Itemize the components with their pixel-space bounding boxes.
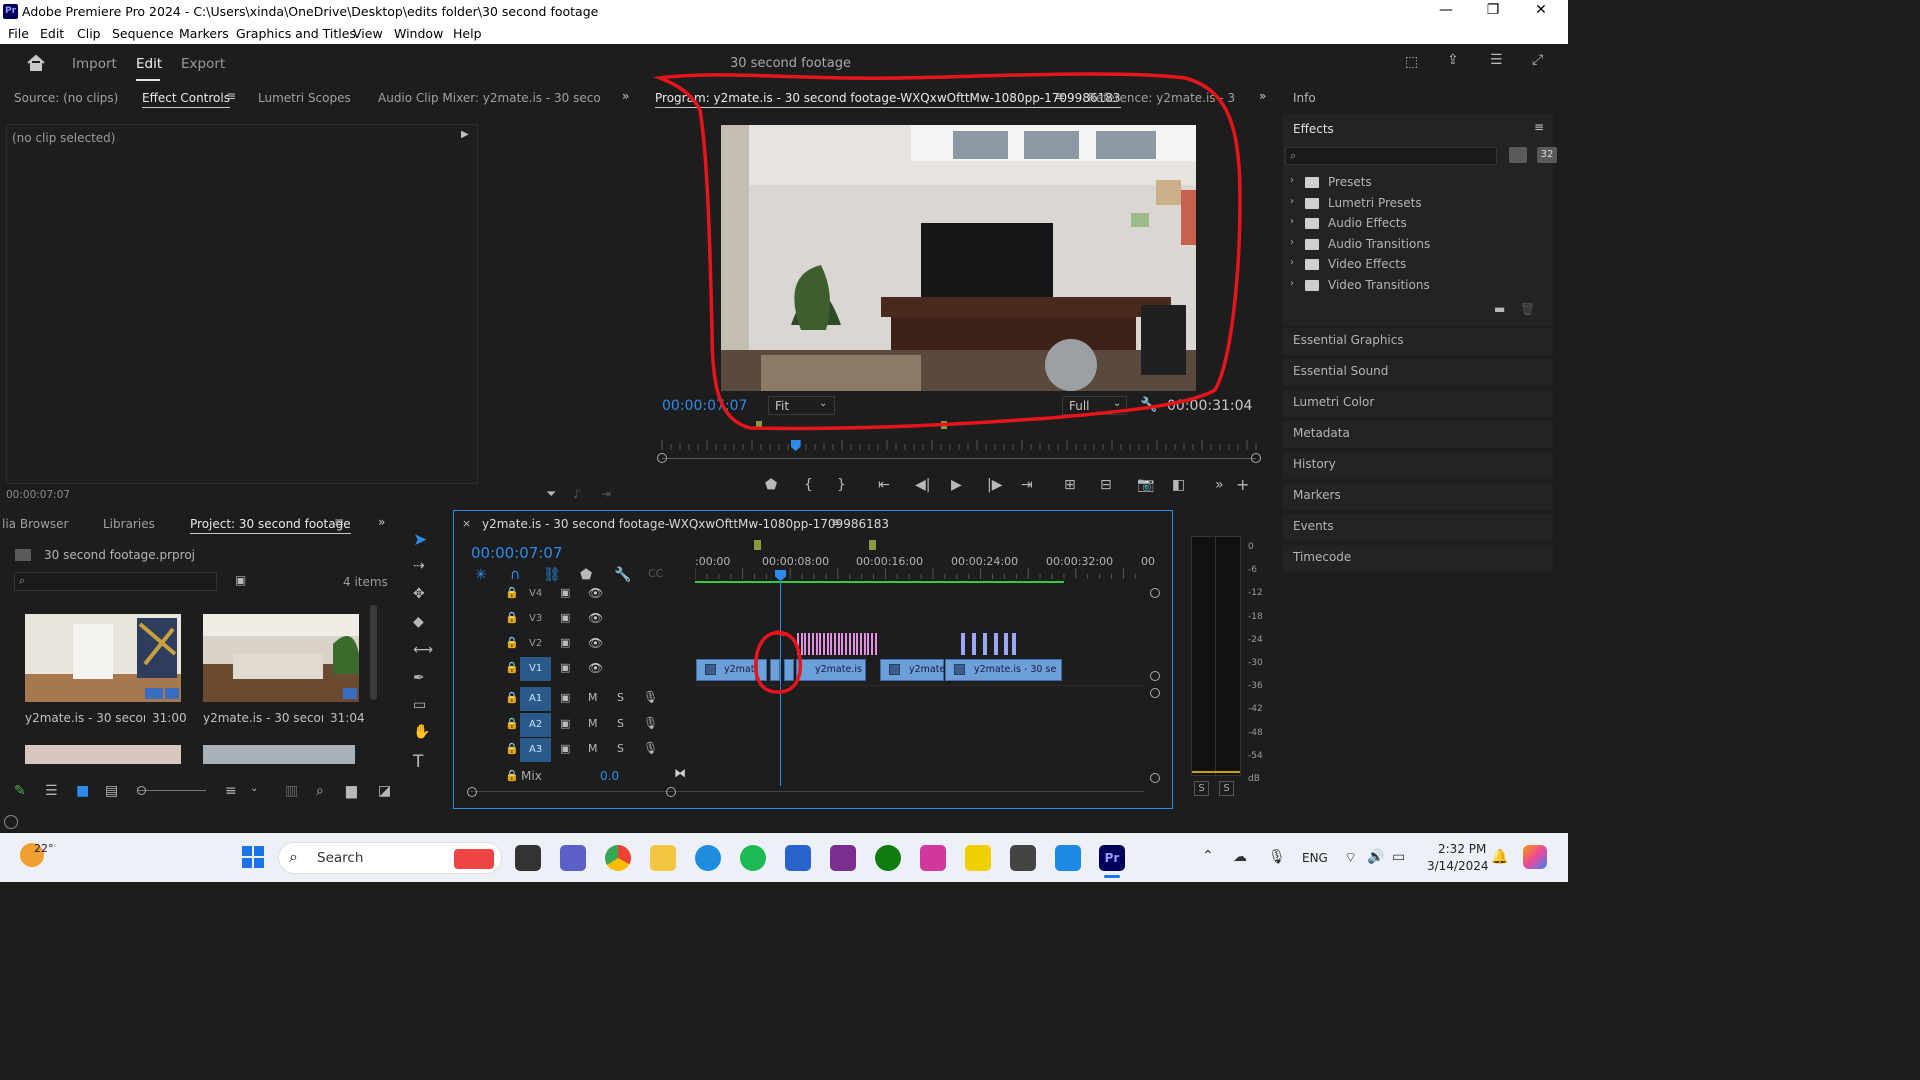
notification-bell-icon[interactable]: 🔔 [1491, 849, 1508, 865]
edge-icon[interactable] [695, 845, 721, 871]
xbox-icon[interactable] [875, 845, 901, 871]
volume-icon[interactable]: 🔊 [1367, 849, 1384, 865]
clock-date[interactable]: 3/14/2024 [1427, 859, 1489, 873]
taskbar [0, 833, 1568, 882]
teams-icon[interactable] [560, 845, 586, 871]
store-icon[interactable] [785, 845, 811, 871]
annotation-circle-clip [753, 630, 803, 694]
wifi-icon[interactable]: ⌔ [1344, 849, 1357, 867]
microphone-icon[interactable]: 🎙 [1268, 849, 1286, 865]
annotation-circle-monitor [653, 72, 1242, 431]
sticky-notes-icon[interactable] [965, 845, 991, 871]
battery-icon[interactable]: ▭ [1392, 849, 1405, 865]
clock-time[interactable]: 2:32 PM [1438, 842, 1486, 856]
weather-temp: 22° [34, 842, 54, 855]
vscode-icon[interactable] [1055, 845, 1081, 871]
spotify-icon[interactable] [740, 845, 766, 871]
language-indicator[interactable]: ENG [1302, 851, 1328, 865]
chrome-icon[interactable] [605, 845, 631, 871]
app-icon[interactable] [830, 845, 856, 871]
taskbar-search-text: Search [317, 850, 364, 866]
unity-icon[interactable] [1010, 845, 1036, 871]
chevron-up-icon[interactable]: ⌃ [1202, 848, 1214, 864]
task-view-icon[interactable] [515, 845, 541, 871]
windows-start-icon[interactable] [242, 846, 264, 868]
creative-cloud-icon[interactable] [920, 845, 946, 871]
search-highlight-icon [454, 849, 494, 869]
onedrive-icon[interactable]: ☁ [1233, 849, 1247, 865]
copilot-icon[interactable] [1523, 845, 1547, 869]
active-app-indicator [1104, 875, 1120, 878]
annotation-overlay [653, 72, 1242, 694]
taskbar-search[interactable]: ⌕ Search [278, 842, 502, 874]
premiere-taskbar-icon[interactable]: Pr [1099, 845, 1125, 871]
file-explorer-icon[interactable] [650, 845, 676, 871]
search-icon: ⌕ [289, 847, 298, 866]
